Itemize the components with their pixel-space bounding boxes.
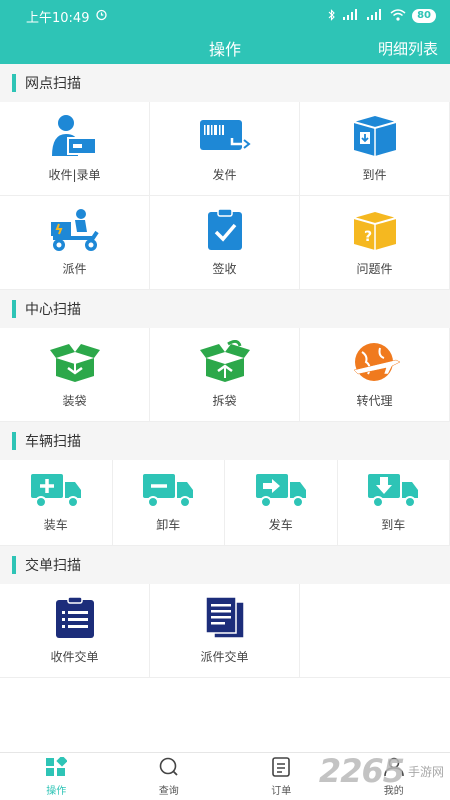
empty-cell xyxy=(300,584,450,678)
menu-label: 发件 xyxy=(212,168,237,182)
dispatch-docs-icon xyxy=(198,596,252,640)
menu-item-unload-truck[interactable]: 卸车 xyxy=(112,460,225,546)
grid-icon xyxy=(45,754,68,780)
menu-item-depart-truck[interactable]: 发车 xyxy=(225,460,338,546)
search-icon xyxy=(158,757,180,780)
order-icon xyxy=(270,756,292,780)
send-card-icon xyxy=(198,114,252,158)
menu-label: 到件 xyxy=(362,168,387,182)
menu-label: 拆袋 xyxy=(212,394,237,408)
status-bar: 上午10:49 80 xyxy=(0,0,450,32)
vehicle-scan-grid: 装车 卸车 发车 到车 xyxy=(0,460,450,546)
unpack-box-icon xyxy=(198,340,252,384)
bottom-tab-bar: 操作 查询 订单 我的 2265 手游网 xyxy=(0,752,450,800)
tab-label: 我的 xyxy=(383,785,404,797)
section-title: 网点扫描 xyxy=(25,76,81,92)
menu-item-sign[interactable]: 签收 xyxy=(150,196,300,290)
menu-label: 收件|录单 xyxy=(48,168,101,182)
center-scan-grid: 装袋 拆袋 转代理 xyxy=(0,328,450,422)
section-accent-bar xyxy=(12,300,16,318)
tab-label: 操作 xyxy=(46,785,67,797)
menu-label: 收件交单 xyxy=(50,650,99,664)
svg-text:?: ? xyxy=(364,229,372,245)
handover-scan-grid: 收件交单 派件交单 xyxy=(0,584,450,678)
tab-query[interactable]: 查询 xyxy=(113,753,226,800)
page-title: 操作 xyxy=(208,40,241,59)
tab-operate[interactable]: 操作 xyxy=(0,753,113,800)
app-header: 上午10:49 80 操作 明细列表 xyxy=(0,0,450,64)
menu-label: 签收 xyxy=(212,262,237,276)
menu-item-receive-handover[interactable]: 收件交单 xyxy=(0,584,150,678)
section-handover-scan: 交单扫描 xyxy=(0,546,450,584)
arrival-box-icon xyxy=(348,114,402,158)
menu-label: 装袋 xyxy=(62,394,87,408)
section-center-scan: 中心扫描 xyxy=(0,290,450,328)
status-time: 上午10:49 xyxy=(26,10,90,26)
menu-label: 问题件 xyxy=(356,262,393,276)
sign-clipboard-icon xyxy=(198,208,252,252)
outlet-scan-grid: 收件|录单 发件 到件 派件 签收 ? 问题件 xyxy=(0,102,450,290)
menu-label: 派件 xyxy=(62,262,87,276)
section-accent-bar xyxy=(12,74,16,92)
main-content: 网点扫描 收件|录单 发件 到件 派件 签收 ? 问题件 中心扫描 装袋 拆袋 … xyxy=(0,64,450,752)
pack-box-icon xyxy=(48,340,102,384)
section-vehicle-scan: 车辆扫描 xyxy=(0,422,450,460)
tab-label: 订单 xyxy=(271,785,292,797)
signal-icon xyxy=(342,9,360,23)
menu-item-transfer-agent[interactable]: 转代理 xyxy=(300,328,450,422)
menu-label: 装车 xyxy=(43,518,68,532)
section-accent-bar xyxy=(12,432,16,450)
menu-label: 转代理 xyxy=(356,394,393,408)
truck-depart-icon xyxy=(254,472,308,508)
receive-list-icon xyxy=(48,596,102,640)
menu-item-problem[interactable]: ? 问题件 xyxy=(300,196,450,290)
alarm-icon xyxy=(95,8,108,25)
menu-label: 发车 xyxy=(268,518,293,532)
truck-plus-icon xyxy=(29,472,83,508)
truck-arrive-icon xyxy=(366,472,420,508)
delivery-scooter-icon xyxy=(47,208,103,252)
menu-item-load-truck[interactable]: 装车 xyxy=(0,460,113,546)
bluetooth-icon xyxy=(328,8,336,24)
menu-item-send[interactable]: 发件 xyxy=(150,102,300,196)
profile-icon xyxy=(383,757,405,780)
tab-mine[interactable]: 我的 xyxy=(338,753,450,800)
section-outlet-scan: 网点扫描 xyxy=(0,64,450,102)
courier-package-icon xyxy=(48,114,102,158)
menu-label: 卸车 xyxy=(156,518,181,532)
menu-label: 到车 xyxy=(381,518,406,532)
menu-item-dispatch-handover[interactable]: 派件交单 xyxy=(150,584,300,678)
menu-item-unpack[interactable]: 拆袋 xyxy=(150,328,300,422)
menu-item-arrive-truck[interactable]: 到车 xyxy=(337,460,450,546)
detail-list-link[interactable]: 明细列表 xyxy=(378,38,438,59)
truck-minus-icon xyxy=(141,472,195,508)
tab-label: 查询 xyxy=(158,785,179,797)
menu-item-dispatch[interactable]: 派件 xyxy=(0,196,150,290)
menu-item-arrival[interactable]: 到件 xyxy=(300,102,450,196)
section-title: 中心扫描 xyxy=(25,302,81,318)
section-title: 车辆扫描 xyxy=(25,434,81,450)
globe-plane-icon xyxy=(348,340,402,384)
menu-item-receive[interactable]: 收件|录单 xyxy=(0,102,150,196)
battery-indicator: 80 xyxy=(412,9,436,23)
signal-icon xyxy=(366,9,384,23)
menu-item-pack[interactable]: 装袋 xyxy=(0,328,150,422)
nav-bar: 操作 明细列表 xyxy=(0,32,450,64)
problem-box-icon: ? xyxy=(348,208,402,252)
section-accent-bar xyxy=(12,556,16,574)
tab-orders[interactable]: 订单 xyxy=(225,753,338,800)
menu-label: 派件交单 xyxy=(200,650,249,664)
section-title: 交单扫描 xyxy=(25,558,81,574)
wifi-icon xyxy=(390,8,406,24)
